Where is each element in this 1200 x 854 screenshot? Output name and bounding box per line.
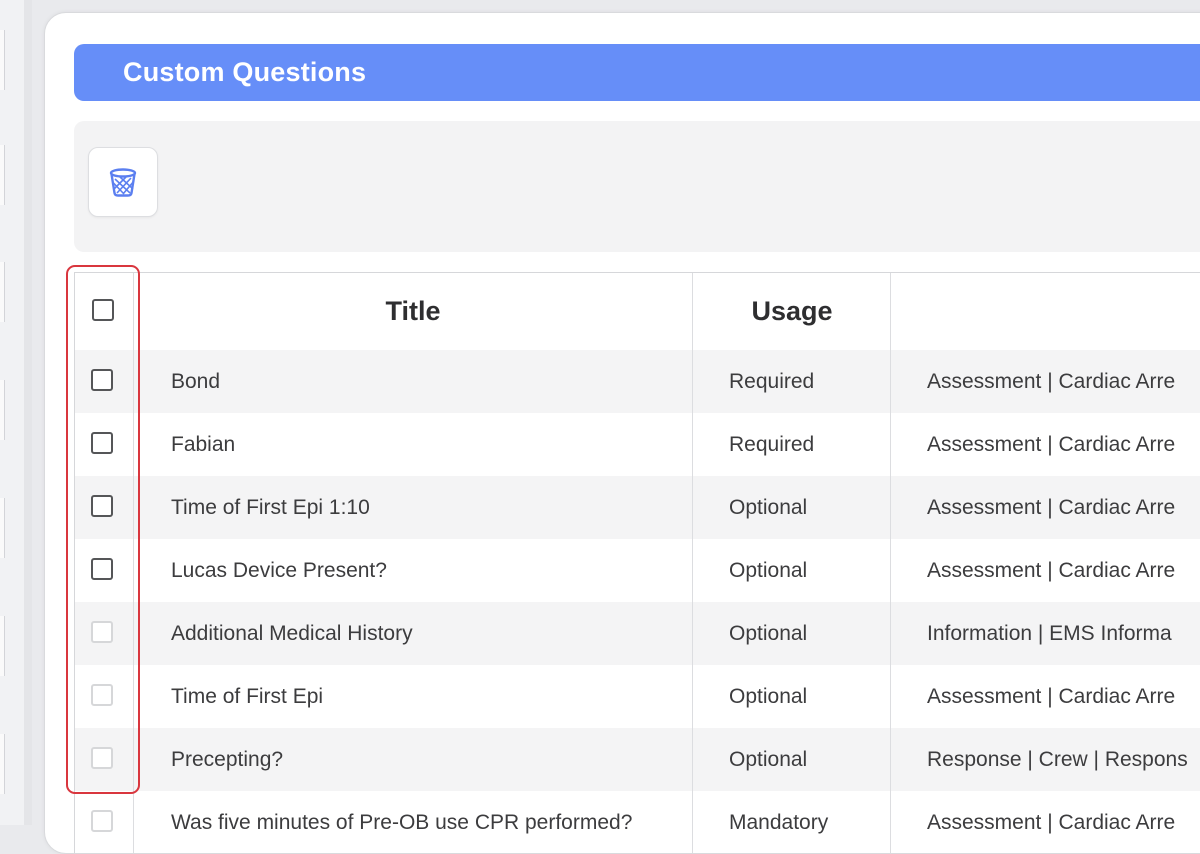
rail-tab[interactable] xyxy=(0,616,5,676)
table-row[interactable]: Additional Medical History Optional Info… xyxy=(75,602,1200,665)
column-divider xyxy=(692,273,693,853)
delete-button[interactable] xyxy=(88,147,158,217)
panel-title: Custom Questions xyxy=(123,57,367,87)
table-header: Title Usage xyxy=(75,273,1200,351)
row-category: Information | EMS Informa xyxy=(927,622,1172,645)
custom-questions-panel: Custom Questions Title Usage Bond Requir… xyxy=(44,12,1200,854)
row-usage: Optional xyxy=(729,748,808,771)
panel-divider xyxy=(24,0,32,825)
table-row[interactable]: Lucas Device Present? Optional Assessmen… xyxy=(75,539,1200,602)
row-title: Lucas Device Present? xyxy=(171,559,387,582)
table-row[interactable]: Time of First Epi Optional Assessment | … xyxy=(75,665,1200,728)
table-row[interactable]: Time of First Epi 1:10 Optional Assessme… xyxy=(75,476,1200,539)
row-checkbox[interactable] xyxy=(91,621,113,643)
row-checkbox[interactable] xyxy=(91,684,113,706)
row-category: Assessment | Cardiac Arre xyxy=(927,370,1176,393)
rail-tab[interactable] xyxy=(0,30,5,90)
rail-tab[interactable] xyxy=(0,380,5,440)
rail-tab[interactable] xyxy=(0,498,5,558)
row-title: Was five minutes of Pre-OB use CPR perfo… xyxy=(171,811,633,834)
toolbar xyxy=(74,121,1200,252)
row-category: Assessment | Cardiac Arre xyxy=(927,433,1176,456)
column-header-category[interactable] xyxy=(891,273,1200,350)
row-checkbox[interactable] xyxy=(91,810,113,832)
row-title: Time of First Epi 1:10 xyxy=(171,496,370,519)
select-all-checkbox[interactable] xyxy=(92,299,114,321)
rail-tab[interactable] xyxy=(0,734,5,794)
column-divider xyxy=(133,273,134,853)
table-row[interactable]: Fabian Required Assessment | Cardiac Arr… xyxy=(75,413,1200,476)
row-usage: Optional xyxy=(729,622,808,645)
row-category: Assessment | Cardiac Arre xyxy=(927,559,1176,582)
table-row[interactable]: Precepting? Optional Response | Crew | R… xyxy=(75,728,1200,791)
row-usage: Optional xyxy=(729,496,808,519)
column-divider xyxy=(890,273,891,853)
row-usage: Optional xyxy=(729,559,808,582)
rail-tab[interactable] xyxy=(0,262,5,322)
trash-can-icon xyxy=(109,168,137,197)
rail-tab[interactable] xyxy=(0,145,5,205)
row-title: Precepting? xyxy=(171,748,284,771)
row-title: Fabian xyxy=(171,433,236,456)
row-category: Assessment | Cardiac Arre xyxy=(927,811,1176,834)
row-title: Additional Medical History xyxy=(171,622,413,645)
row-category: Assessment | Cardiac Arre xyxy=(927,496,1176,519)
row-checkbox[interactable] xyxy=(91,432,113,454)
column-header-usage[interactable]: Usage xyxy=(693,273,891,350)
row-title: Time of First Epi xyxy=(171,685,324,708)
row-category: Assessment | Cardiac Arre xyxy=(927,685,1176,708)
row-checkbox[interactable] xyxy=(91,369,113,391)
questions-table: Title Usage Bond Required Assessment | C… xyxy=(74,272,1200,853)
row-checkbox[interactable] xyxy=(91,495,113,517)
column-header-title[interactable]: Title xyxy=(133,273,693,350)
row-usage: Optional xyxy=(729,685,808,708)
row-category: Response | Crew | Respons xyxy=(927,748,1188,771)
table-row[interactable]: Was five minutes of Pre-OB use CPR perfo… xyxy=(75,791,1200,853)
row-checkbox[interactable] xyxy=(91,558,113,580)
row-checkbox[interactable] xyxy=(91,747,113,769)
panel-header: Custom Questions xyxy=(74,44,1200,101)
left-rail xyxy=(0,0,25,825)
row-title: Bond xyxy=(171,370,221,393)
row-usage: Mandatory xyxy=(729,811,829,834)
row-usage: Required xyxy=(729,370,815,393)
row-usage: Required xyxy=(729,433,815,456)
table-row[interactable]: Bond Required Assessment | Cardiac Arre xyxy=(75,350,1200,413)
